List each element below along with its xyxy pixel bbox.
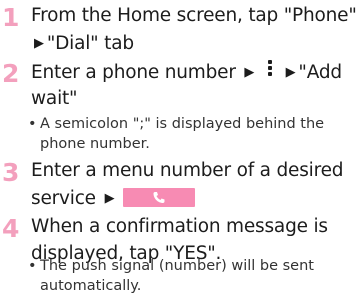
step-number: 4: [2, 214, 20, 243]
step-number: 3: [2, 158, 20, 187]
step-4-note: • The push signal (number) will be sent …: [28, 256, 359, 296]
step-number: 2: [2, 59, 20, 88]
arrow-right-icon: ▶: [244, 65, 255, 80]
step-4-line-1: When a confirmation message is: [31, 216, 328, 237]
arrow-right-icon: ▶: [34, 36, 44, 51]
step-3-line-2-text: service: [31, 188, 96, 209]
instruction-page: { "steps": [ { "number": "1", "line1": "…: [0, 0, 361, 296]
step-text-line: service ▶: [31, 185, 359, 213]
kebab-menu-icon: [263, 58, 277, 78]
note-line: phone number.: [40, 136, 150, 152]
step-text-line: From the Home screen, tap "Phone": [31, 2, 359, 30]
step-2-line-1-end: "Add: [298, 62, 342, 83]
step-2-line-2: wait": [31, 88, 78, 109]
step-1-line-2: "Dial" tab: [46, 33, 134, 54]
bullet: •: [28, 116, 37, 132]
step-text-line: Enter a phone number ▶ ▶ "Add: [31, 58, 359, 87]
step-1-line-1: From the Home screen, tap "Phone": [31, 5, 357, 26]
phone-handset-icon: [153, 192, 165, 203]
step-text-line: ▶ "Dial" tab: [31, 30, 359, 58]
step-text-line: When a confirmation message is: [31, 213, 359, 241]
note-line: automatically.: [40, 278, 142, 294]
bullet: •: [28, 258, 37, 274]
note-line: A semicolon ";" is displayed behind the: [40, 116, 325, 132]
arrow-right-icon: ▶: [285, 65, 296, 80]
step-2-note: • A semicolon ";" is displayed behind th…: [28, 114, 359, 154]
step-2-line-1-text: Enter a phone number: [31, 62, 236, 83]
step-3-line-1: Enter a menu number of a desired: [31, 160, 344, 181]
step-text-line: wait": [31, 85, 359, 113]
step-number: 1: [2, 3, 20, 32]
step-text-line: Enter a menu number of a desired: [31, 157, 359, 185]
call-button[interactable]: [123, 188, 196, 207]
arrow-right-icon: ▶: [104, 191, 115, 206]
note-line: The push signal (number) will be sent: [40, 258, 314, 274]
